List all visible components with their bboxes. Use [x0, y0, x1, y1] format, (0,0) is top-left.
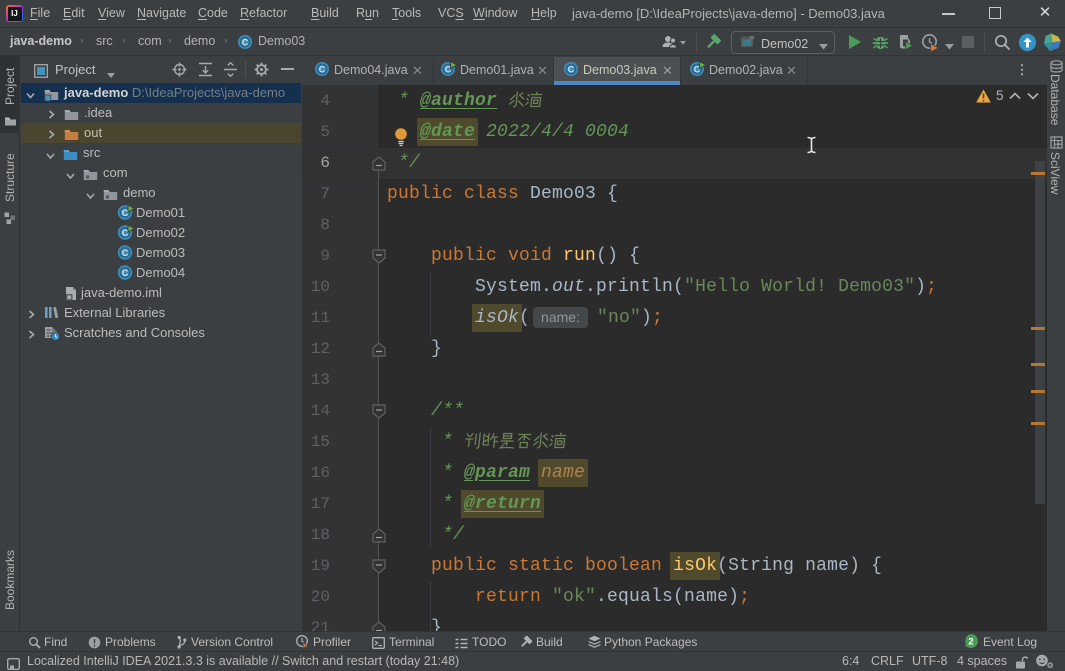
svg-text:C: C — [319, 64, 326, 74]
svg-text:C: C — [242, 37, 249, 47]
svg-text:C: C — [122, 268, 129, 279]
svg-text:2: 2 — [968, 637, 973, 648]
svg-text:C: C — [122, 248, 129, 259]
svg-text:C: C — [568, 64, 575, 74]
